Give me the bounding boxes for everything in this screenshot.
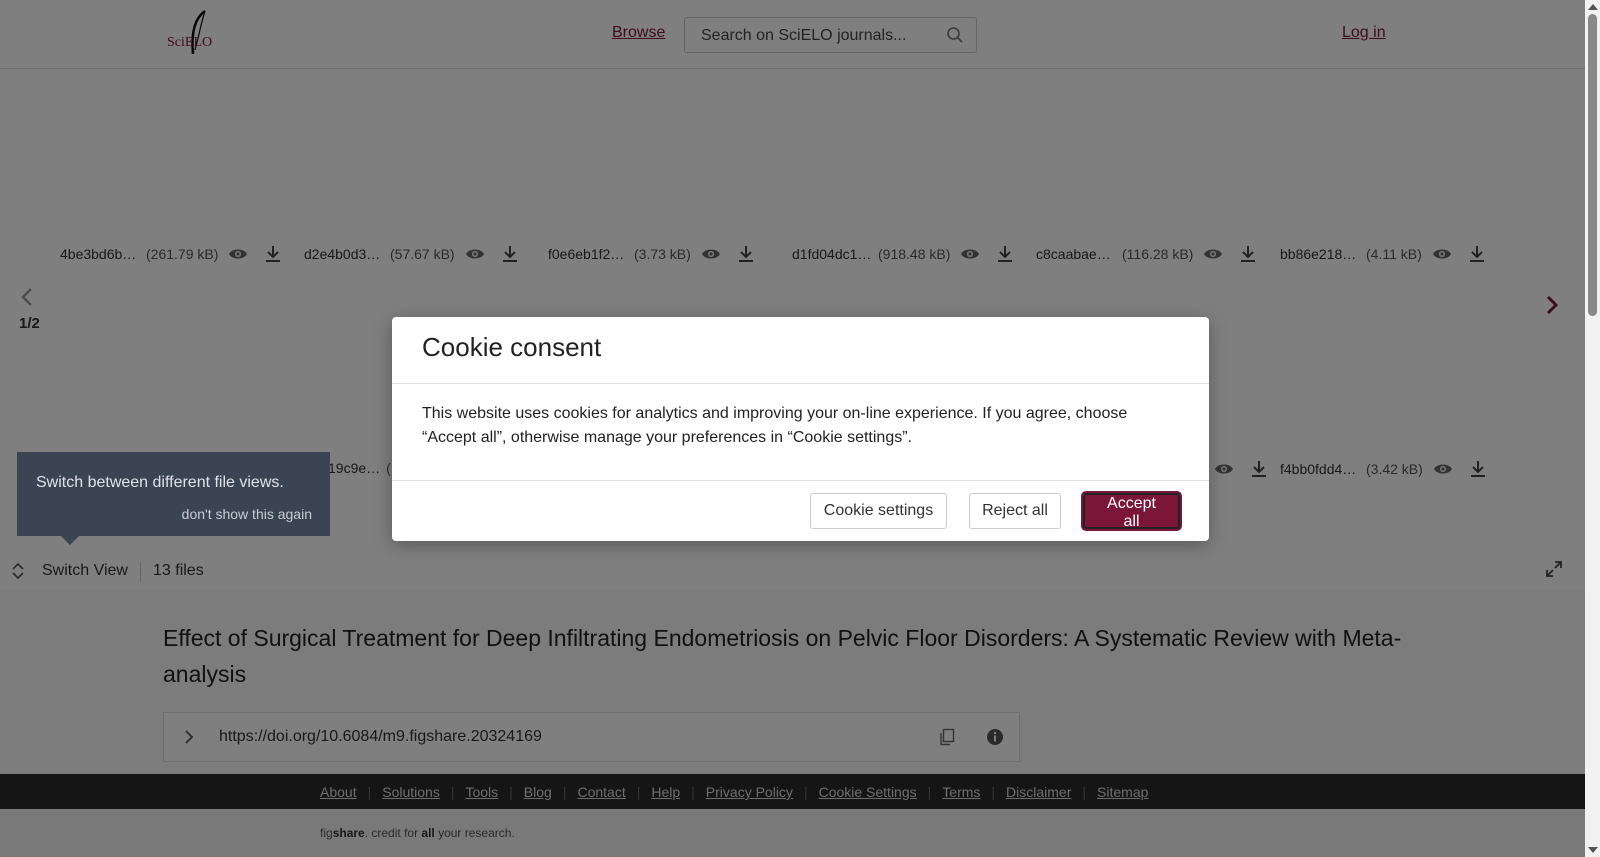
accept-all-button[interactable]: Accept all — [1083, 493, 1180, 530]
cookie-settings-button[interactable]: Cookie settings — [810, 493, 947, 529]
switch-view-tooltip: Switch between different file views. don… — [17, 452, 330, 545]
tooltip-arrow — [61, 536, 79, 545]
tooltip-text: Switch between different file views. — [36, 474, 284, 491]
page-scrollbar[interactable] — [1585, 0, 1600, 857]
modal-title: Cookie consent — [422, 332, 602, 362]
modal-body: This website uses cookies for analytics … — [422, 405, 1128, 446]
scroll-down-arrow[interactable] — [1588, 847, 1598, 853]
divider — [392, 383, 1209, 384]
dont-show-again-link[interactable]: don't show this again — [182, 506, 312, 522]
reject-all-button[interactable]: Reject all — [969, 493, 1061, 529]
scroll-thumb[interactable] — [1588, 14, 1597, 316]
cookie-consent-modal: Cookie consent This website uses cookies… — [392, 317, 1209, 541]
scroll-up-arrow[interactable] — [1588, 4, 1598, 10]
divider — [392, 480, 1209, 481]
